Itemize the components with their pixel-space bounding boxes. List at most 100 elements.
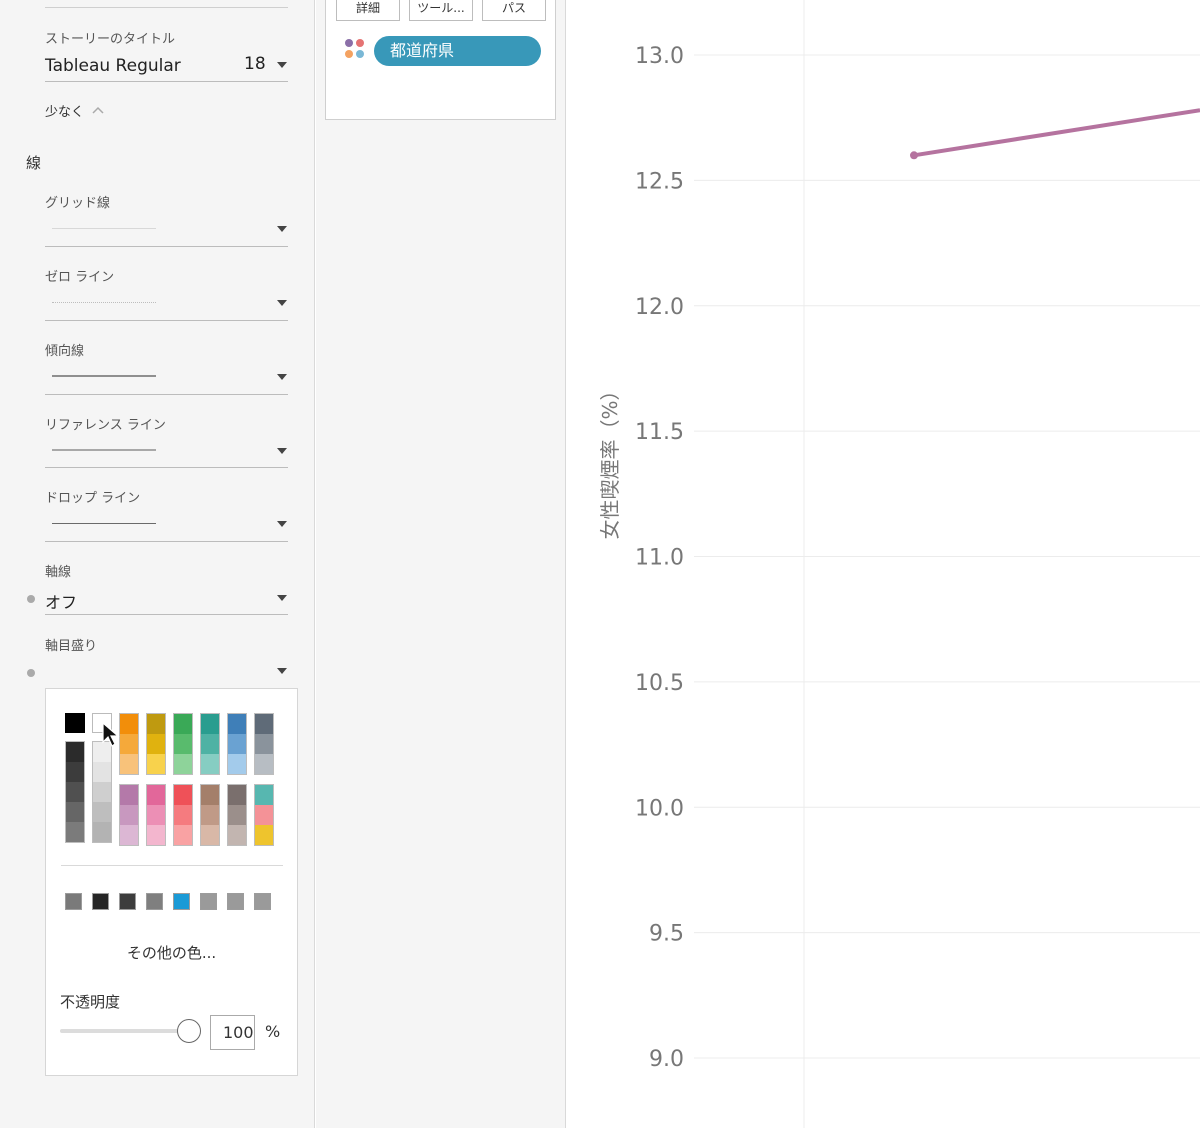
color-swatch[interactable]	[93, 782, 111, 802]
line-style-sample	[52, 523, 156, 524]
color-ramp[interactable]	[146, 713, 166, 775]
color-swatch[interactable]	[255, 734, 273, 754]
reference-lines-dropdown[interactable]	[45, 438, 288, 468]
recent-color-swatch[interactable]	[119, 893, 136, 910]
color-swatch[interactable]	[66, 802, 84, 822]
format-pane: ストーリーのタイトル Tableau Regular 18 少なく 線 グリッド…	[0, 0, 315, 1128]
color-swatch[interactable]	[201, 825, 219, 845]
color-swatch[interactable]	[120, 754, 138, 774]
color-ramp[interactable]	[254, 713, 274, 775]
chevron-down-icon	[277, 300, 287, 306]
color-swatch[interactable]	[65, 713, 85, 733]
color-swatch[interactable]	[93, 822, 111, 842]
axis-ticks-dropdown[interactable]	[45, 660, 288, 684]
recent-color-swatch[interactable]	[227, 893, 244, 910]
divider	[45, 7, 288, 8]
color-swatch[interactable]	[93, 802, 111, 822]
color-ramp[interactable]	[227, 784, 247, 846]
color-swatch[interactable]	[228, 785, 246, 805]
color-swatch[interactable]	[66, 742, 84, 762]
color-swatch[interactable]	[66, 762, 84, 782]
color-swatch[interactable]	[255, 825, 273, 845]
horizontal-grid-lines	[694, 54, 1200, 1059]
color-swatch[interactable]	[120, 714, 138, 734]
color-swatch[interactable]	[147, 825, 165, 845]
color-ramp[interactable]	[146, 784, 166, 846]
color-swatch[interactable]	[120, 825, 138, 845]
prefecture-field-pill[interactable]: 都道府県	[374, 36, 541, 66]
recent-color-swatch[interactable]	[146, 893, 163, 910]
axis-ticks-label: 軸目盛り	[45, 639, 98, 654]
y-tick-label: 11.5	[635, 420, 684, 445]
story-title-label: ストーリーのタイトル	[45, 32, 176, 47]
color-swatch[interactable]	[228, 805, 246, 825]
drop-lines-dropdown[interactable]	[45, 511, 288, 541]
opacity-slider[interactable]	[60, 1029, 190, 1033]
color-swatch[interactable]	[228, 734, 246, 754]
grid-lines-dropdown[interactable]	[45, 216, 288, 246]
color-ramp[interactable]	[65, 741, 85, 843]
trend-lines-dropdown[interactable]	[45, 364, 288, 394]
color-swatch[interactable]	[255, 714, 273, 734]
detail-button[interactable]: 詳細	[336, 0, 400, 21]
zero-lines-dropdown[interactable]	[45, 290, 288, 320]
color-swatch[interactable]	[66, 822, 84, 842]
recent-color-swatch[interactable]	[200, 893, 217, 910]
series-line[interactable]	[913, 108, 1200, 158]
opacity-slider-handle[interactable]	[177, 1019, 201, 1043]
color-swatch[interactable]	[147, 805, 165, 825]
color-swatch[interactable]	[255, 754, 273, 774]
color-swatch[interactable]	[66, 782, 84, 802]
color-swatch[interactable]	[147, 714, 165, 734]
divider	[45, 541, 288, 542]
color-swatch[interactable]	[174, 714, 192, 734]
color-dot	[345, 50, 353, 58]
color-swatch[interactable]	[174, 754, 192, 774]
color-swatch[interactable]	[228, 714, 246, 734]
font-size: 18	[244, 54, 266, 74]
color-ramp[interactable]	[200, 784, 220, 846]
color-swatch[interactable]	[255, 785, 273, 805]
color-ramp[interactable]	[173, 713, 193, 775]
color-swatch[interactable]	[201, 734, 219, 754]
color-swatch[interactable]	[201, 785, 219, 805]
color-swatch[interactable]	[201, 714, 219, 734]
color-swatch[interactable]	[228, 825, 246, 845]
story-title-font-dropdown[interactable]: Tableau Regular 18	[45, 54, 288, 82]
color-swatch[interactable]	[120, 805, 138, 825]
recent-color-swatch[interactable]	[254, 893, 271, 910]
more-colors-link[interactable]: その他の色...	[46, 942, 297, 963]
color-ramp[interactable]	[227, 713, 247, 775]
data-point[interactable]	[910, 151, 918, 160]
color-ramp[interactable]	[119, 784, 139, 846]
color-swatch[interactable]	[174, 734, 192, 754]
color-swatch[interactable]	[174, 825, 192, 845]
path-button[interactable]: パス	[482, 0, 546, 21]
color-ramp[interactable]	[92, 741, 112, 843]
color-ramp[interactable]	[119, 713, 139, 775]
color-swatch[interactable]	[147, 754, 165, 774]
fewer-toggle[interactable]: 少なく	[45, 100, 125, 120]
recent-color-swatch[interactable]	[173, 893, 190, 910]
color-swatch[interactable]	[174, 805, 192, 825]
line-style-sample	[52, 302, 156, 303]
color-swatch[interactable]	[147, 734, 165, 754]
color-swatch[interactable]	[93, 762, 111, 782]
color-swatch[interactable]	[174, 785, 192, 805]
recent-color-swatch[interactable]	[65, 893, 82, 910]
color-ramp[interactable]	[200, 713, 220, 775]
color-ramp[interactable]	[254, 784, 274, 846]
axis-rulers-dropdown[interactable]: オフ	[45, 586, 288, 614]
opacity-input[interactable]	[210, 1015, 255, 1050]
color-ramp[interactable]	[173, 784, 193, 846]
color-swatch[interactable]	[228, 754, 246, 774]
recent-color-swatch[interactable]	[92, 893, 109, 910]
grid-lines-label: グリッド線	[45, 196, 111, 211]
color-swatch[interactable]	[201, 805, 219, 825]
color-swatch[interactable]	[120, 734, 138, 754]
color-swatch[interactable]	[201, 754, 219, 774]
color-swatch[interactable]	[120, 785, 138, 805]
color-swatch[interactable]	[147, 785, 165, 805]
color-swatch[interactable]	[255, 805, 273, 825]
tooltip-button[interactable]: ツール...	[409, 0, 473, 21]
